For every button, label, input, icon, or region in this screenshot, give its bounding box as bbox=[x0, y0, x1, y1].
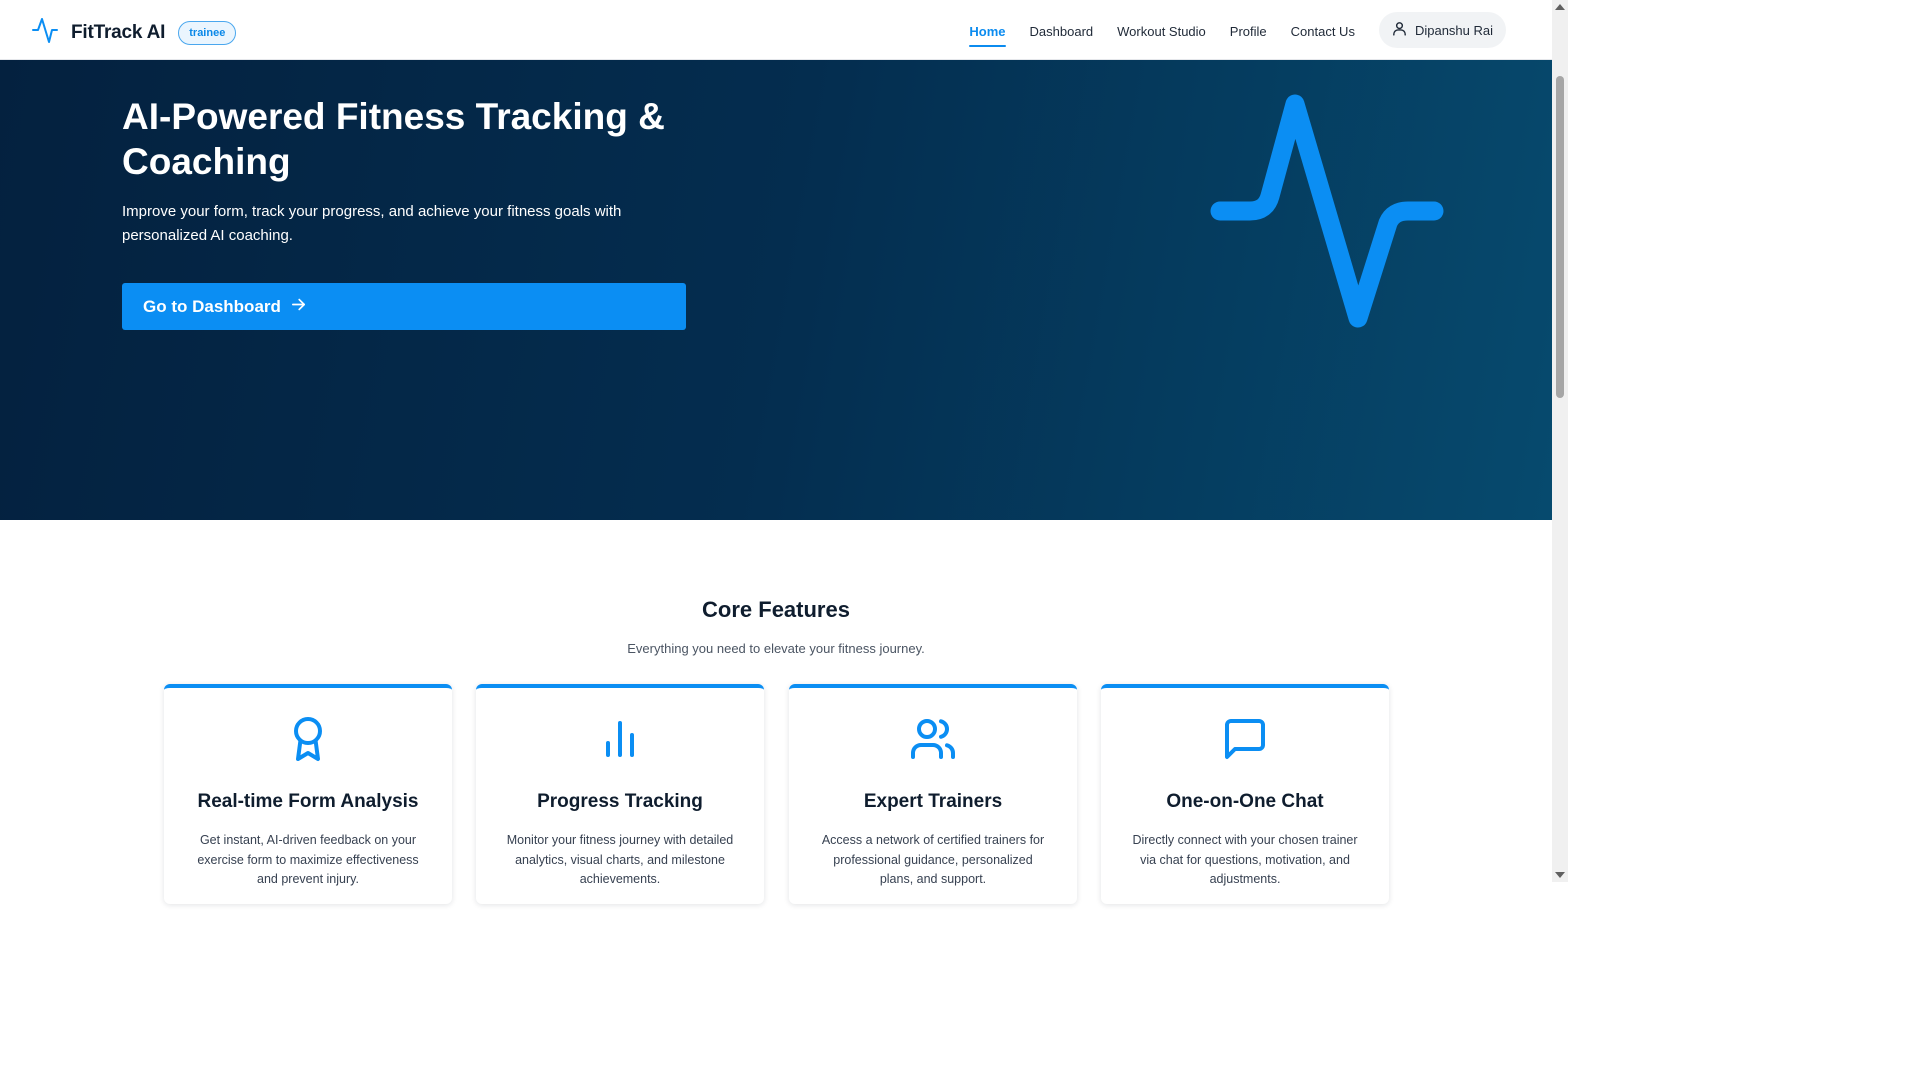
cta-label: Go to Dashboard bbox=[143, 296, 281, 316]
feature-card-progress-tracking: Progress Tracking Monitor your fitness j… bbox=[476, 684, 764, 904]
hero-title: AI-Powered Fitness Tracking & Coaching bbox=[122, 96, 665, 182]
brand[interactable]: FitTrack AI trainee bbox=[31, 14, 237, 51]
feature-card-title: Progress Tracking bbox=[537, 791, 703, 812]
feature-card-expert-trainers: Expert Trainers Access a network of cert… bbox=[789, 684, 1077, 904]
feature-card-description: Directly connect with your chosen traine… bbox=[1132, 833, 1358, 886]
vertical-scrollbar[interactable] bbox=[1552, 0, 1568, 882]
scroll-up-arrow-icon[interactable] bbox=[1555, 4, 1565, 10]
arrow-right-icon bbox=[281, 296, 307, 318]
top-navbar: FitTrack AI trainee Home Dashboard Worko… bbox=[0, 0, 1552, 60]
nav-link-workout-studio[interactable]: Workout Studio bbox=[1117, 14, 1206, 47]
feature-card-title: Expert Trainers bbox=[863, 791, 1003, 812]
features-title: Core Features bbox=[702, 597, 850, 622]
nav-link-dashboard[interactable]: Dashboard bbox=[1030, 14, 1094, 47]
activity-pulse-icon bbox=[1200, 88, 1460, 353]
brand-name: FitTrack AI bbox=[71, 21, 166, 43]
users-icon bbox=[909, 715, 957, 768]
nav-link-profile[interactable]: Profile bbox=[1230, 14, 1267, 47]
bar-chart-icon bbox=[596, 715, 644, 768]
activity-logo-icon bbox=[31, 14, 59, 51]
nav-link-home[interactable]: Home bbox=[969, 14, 1006, 47]
feature-card-form-analysis: Real-time Form Analysis Get instant, AI-… bbox=[164, 684, 452, 904]
feature-card-title: Real-time Form Analysis bbox=[197, 791, 419, 812]
feature-card-description: Monitor your fitness journey with detail… bbox=[506, 833, 734, 886]
feature-card-one-on-one-chat: One-on-One Chat Directly connect with yo… bbox=[1101, 684, 1389, 904]
hero-section: AI-Powered Fitness Tracking & Coaching I… bbox=[0, 60, 1552, 520]
user-name: Dipanshu Rai bbox=[1414, 22, 1493, 38]
award-icon bbox=[284, 715, 332, 768]
user-icon bbox=[1391, 20, 1415, 40]
feature-card-title: One-on-One Chat bbox=[1166, 791, 1324, 812]
main-nav: Home Dashboard Workout Studio Profile Co… bbox=[945, 12, 1506, 48]
nav-link-contact-us[interactable]: Contact Us bbox=[1291, 14, 1355, 47]
feature-card-description: Get instant, AI-driven feedback on your … bbox=[197, 833, 419, 886]
feature-card-description: Access a network of certified trainers f… bbox=[821, 833, 1045, 886]
scroll-down-arrow-icon[interactable] bbox=[1555, 872, 1565, 878]
features-subtitle: Everything you need to elevate your fitn… bbox=[627, 641, 925, 656]
scroll-thumb[interactable] bbox=[1556, 76, 1564, 398]
role-badge: trainee bbox=[178, 20, 237, 45]
user-menu-button[interactable]: Dipanshu Rai bbox=[1378, 12, 1506, 48]
hero-subtitle: Improve your form, track your progress, … bbox=[122, 203, 622, 244]
go-to-dashboard-button[interactable]: Go to Dashboard bbox=[122, 283, 686, 330]
message-square-icon bbox=[1221, 715, 1269, 768]
